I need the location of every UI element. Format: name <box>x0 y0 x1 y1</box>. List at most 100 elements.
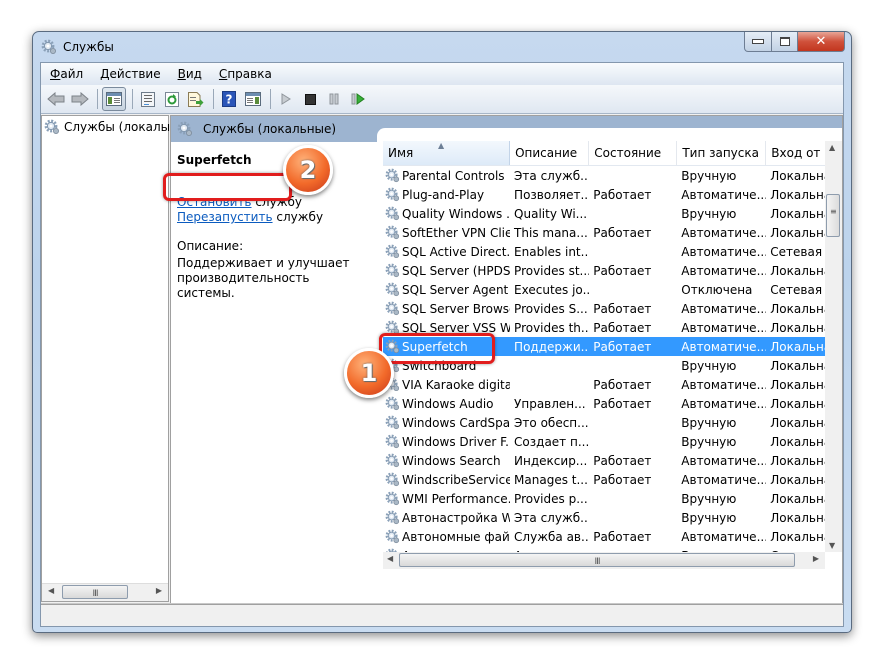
service-name: Parental Controls <box>402 168 505 183</box>
table-row[interactable]: VIA Karaoke digita... Работает Автоматиче.… <box>383 375 825 394</box>
tree-horizontal-scrollbar[interactable]: ◀ III ▶ <box>42 583 168 601</box>
back-button[interactable] <box>45 88 67 110</box>
service-name-cell: VIA Karaoke digita... <box>383 377 510 392</box>
logon-cell: Локальна <box>770 529 825 544</box>
logon-cell: Локальна <box>770 301 825 316</box>
refresh-icon <box>165 91 179 107</box>
list-horizontal-scrollbar[interactable]: ◀ III ▶ <box>383 552 825 569</box>
service-name: WMI Performance... <box>402 491 511 506</box>
description-cell: Служба ав... <box>514 529 590 544</box>
startup-type-cell: Автоматиче... <box>681 339 767 354</box>
table-row[interactable]: Parental Controls Эта служб... Вручную Лока… <box>383 166 825 185</box>
menu-view[interactable]: Вид <box>169 67 210 81</box>
service-name: Windows Audio <box>402 396 494 411</box>
service-name: Plug-and-Play <box>402 187 485 202</box>
restart-service-row: Перезапустить службу <box>177 210 323 224</box>
scroll-left-arrow-icon[interactable]: ◀ <box>48 586 54 595</box>
help-icon: ? <box>222 91 236 107</box>
maximize-button[interactable] <box>772 32 798 52</box>
title-bar[interactable]: Службы ✕ <box>33 32 851 62</box>
startup-type-cell: Вручную <box>681 434 737 449</box>
column-header-status[interactable]: Состояние <box>589 141 678 165</box>
start-service-button[interactable] <box>275 88 297 110</box>
menu-action[interactable]: Действие <box>91 67 168 81</box>
scroll-thumb[interactable]: III <box>399 553 795 567</box>
service-gear-icon <box>385 453 400 468</box>
stop-service-button[interactable] <box>299 88 321 110</box>
column-label: Тип запуска <box>682 146 759 160</box>
menu-file[interactable]: Файл <box>41 67 91 81</box>
table-row[interactable]: Plug-and-Play Позволяет... Работает Автомат… <box>383 185 825 204</box>
table-row[interactable]: SQL Server (HPDS... Provides st... Работае… <box>383 261 825 280</box>
startup-type-cell: Автоматиче... <box>681 472 767 487</box>
menu-help[interactable]: Справка <box>210 67 280 81</box>
table-row[interactable]: SQL Active Direct... Enables int... Автома… <box>383 242 825 261</box>
properties-button[interactable] <box>137 88 159 110</box>
logon-cell: Локальна <box>770 491 825 506</box>
sort-ascending-icon: ▲ <box>438 141 445 150</box>
refresh-button[interactable] <box>161 88 183 110</box>
service-gear-icon <box>385 168 400 183</box>
description-cell: Executes jo... <box>514 282 590 297</box>
column-header-startup-type[interactable]: Тип запуска <box>677 141 767 165</box>
pause-service-button[interactable] <box>323 88 345 110</box>
service-name: VIA Karaoke digita... <box>402 377 511 392</box>
export-list-button[interactable] <box>185 88 207 110</box>
table-row[interactable]: Windows CardSpa... Это обесп... Вручную Лок… <box>383 413 825 432</box>
table-row[interactable]: Quality Windows ... Quality Wi... Вручную Л… <box>383 204 825 223</box>
startup-type-cell: Автоматиче... <box>681 396 767 411</box>
list-vertical-scrollbar[interactable]: ▲ ≡ ▼ <box>825 141 842 552</box>
logon-cell: Локальна <box>770 187 825 202</box>
description-cell: Provides p... <box>514 491 588 506</box>
scroll-right-arrow-icon[interactable]: ▶ <box>813 554 819 563</box>
status-cell: Работает <box>593 377 652 392</box>
minimize-icon <box>752 39 764 44</box>
column-header-description[interactable]: Описание <box>510 141 590 165</box>
table-row[interactable]: SoftEther VPN Clie...This mana... Работае… <box>383 223 825 242</box>
service-name: SQL Server Agent ... <box>402 282 510 297</box>
description-cell: Quality Wi... <box>514 206 588 221</box>
table-row[interactable]: Автонастройка W...Эта служб... Вручную Лок… <box>383 508 825 527</box>
toolbar-separator <box>270 89 271 109</box>
back-arrow-icon <box>47 92 65 106</box>
status-bar <box>41 603 843 626</box>
table-row[interactable]: WindscribeService Manages t... Работает Авт… <box>383 470 825 489</box>
tree-item-label: Службы (локалы <box>64 120 171 134</box>
selected-service-name: Superfetch <box>177 153 252 167</box>
scroll-thumb[interactable]: ≡ <box>826 194 840 237</box>
table-row[interactable]: Windows Audio Управлен... Работает Автомати… <box>383 394 825 413</box>
service-name-cell: Quality Windows ... <box>383 206 510 221</box>
service-gear-icon <box>385 244 400 259</box>
scroll-down-arrow-icon[interactable]: ▼ <box>829 541 835 550</box>
column-label: Имя <box>388 146 414 160</box>
column-header-logon-as[interactable]: Вход от и <box>766 141 825 165</box>
scroll-left-arrow-icon[interactable]: ◀ <box>387 554 393 563</box>
close-button[interactable]: ✕ <box>798 32 845 52</box>
minimize-button[interactable] <box>744 32 772 52</box>
service-name-cell: Windows Search <box>383 453 510 468</box>
pause-service-icon <box>329 93 339 105</box>
forward-button[interactable] <box>69 88 91 110</box>
table-row[interactable]: Автономные фай... Служба ав... Работает Авт… <box>383 527 825 546</box>
scroll-up-arrow-icon[interactable]: ▲ <box>829 143 835 152</box>
scroll-right-arrow-icon[interactable]: ▶ <box>156 586 162 595</box>
tree-item-services-local[interactable]: Службы (локалы <box>44 119 170 135</box>
restart-service-link[interactable]: Перезапустить <box>177 210 273 224</box>
table-row[interactable]: WMI Performance... Provides p... Вручную Ло… <box>383 489 825 508</box>
show-action-pane-button[interactable] <box>242 88 264 110</box>
show-hide-console-tree-button[interactable] <box>102 87 126 111</box>
table-row[interactable]: SQL Server Browser Provides S... Работает А… <box>383 299 825 318</box>
table-row[interactable]: Windows Driver F... Создает п... Вручную Ло… <box>383 432 825 451</box>
service-name: Windows CardSpa... <box>402 415 511 430</box>
startup-type-cell: Вручную <box>681 168 737 183</box>
menu-label: правка <box>227 67 272 81</box>
startup-type-cell: Автоматиче... <box>681 301 767 316</box>
column-header-name[interactable]: ▲ Имя <box>383 141 511 165</box>
help-button[interactable]: ? <box>218 88 240 110</box>
table-row[interactable]: Windows Search Индексир... Работает Автомат… <box>383 451 825 470</box>
status-cell: Работает <box>593 472 652 487</box>
restart-service-button[interactable] <box>347 88 369 110</box>
status-bar-top-line <box>41 604 843 605</box>
table-row[interactable]: SQL Server Agent ... Executes jo... Отключ… <box>383 280 825 299</box>
scroll-thumb[interactable]: III <box>62 585 128 599</box>
